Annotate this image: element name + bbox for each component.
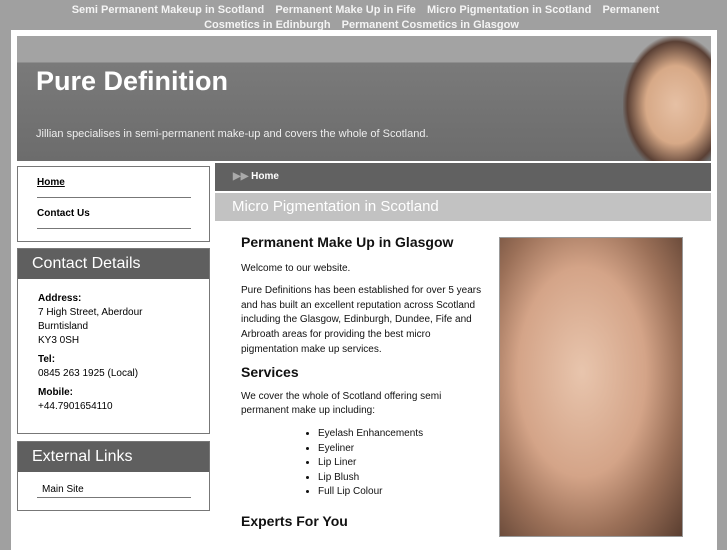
welcome-text: Welcome to our website. bbox=[241, 262, 351, 274]
main-content: Permanent Make Up in Glasgow Welcome to … bbox=[241, 235, 486, 541]
content-heading: Permanent Make Up in Glasgow bbox=[241, 234, 454, 250]
external-link-main-site[interactable]: Main Site bbox=[37, 472, 191, 498]
experts-heading: Experts For You bbox=[241, 512, 348, 529]
site-title: Pure Definition bbox=[36, 66, 229, 96]
address-line: KY3 0SH bbox=[38, 335, 80, 346]
external-links-box: External Links Main Site bbox=[17, 441, 210, 511]
mobile-label: Mobile: bbox=[38, 387, 73, 398]
services-list: Eyelash Enhancements Eyeliner Lip Liner … bbox=[318, 427, 486, 500]
service-item: Eyelash Enhancements bbox=[318, 427, 486, 442]
contact-heading: Contact Details bbox=[18, 249, 209, 279]
page-container: Pure Definition Jillian specialises in s… bbox=[11, 30, 717, 550]
service-item: Full Lip Colour bbox=[318, 485, 486, 500]
tel-label: Tel: bbox=[38, 354, 56, 365]
mobile-value: +44.7901654110 bbox=[38, 401, 113, 412]
address-label: Address: bbox=[38, 293, 82, 304]
header-banner: Pure Definition Jillian specialises in s… bbox=[17, 36, 711, 161]
address-line: 7 High Street, Aberdour bbox=[38, 307, 143, 318]
service-item: Eyeliner bbox=[318, 442, 486, 457]
breadcrumb: ▶▶ Home bbox=[215, 163, 711, 191]
model-face-photo bbox=[499, 237, 683, 537]
top-link[interactable]: Micro Pigmentation in Scotland bbox=[427, 4, 591, 16]
service-item: Lip Blush bbox=[318, 471, 486, 486]
top-navigation: Semi Permanent Makeup in Scotland Perman… bbox=[40, 3, 687, 33]
header-model-image bbox=[623, 36, 711, 161]
services-text: We cover the whole of Scotland offering … bbox=[241, 390, 442, 417]
top-link[interactable]: Semi Permanent Makeup in Scotland bbox=[72, 4, 265, 16]
address-line: Burntisland bbox=[38, 321, 89, 332]
page-title: Micro Pigmentation in Scotland bbox=[215, 193, 711, 221]
contact-details-box: Contact Details Address: 7 High Street, … bbox=[17, 248, 210, 434]
top-link[interactable]: Permanent Make Up in Fife bbox=[275, 4, 416, 16]
sidebar-nav: Home Contact Us bbox=[17, 166, 210, 242]
nav-contact-us[interactable]: Contact Us bbox=[37, 198, 191, 229]
site-tagline: Jillian specialises in semi-permanent ma… bbox=[36, 128, 429, 140]
intro-text: Pure Definitions has been established fo… bbox=[241, 285, 482, 355]
service-item: Lip Liner bbox=[318, 456, 486, 471]
external-heading: External Links bbox=[18, 442, 209, 472]
services-heading: Services bbox=[241, 364, 299, 381]
double-arrow-icon: ▶▶ bbox=[233, 171, 252, 182]
breadcrumb-home[interactable]: Home bbox=[251, 171, 279, 182]
tel-value: 0845 263 1925 (Local) bbox=[38, 368, 139, 379]
nav-home[interactable]: Home bbox=[37, 167, 191, 198]
